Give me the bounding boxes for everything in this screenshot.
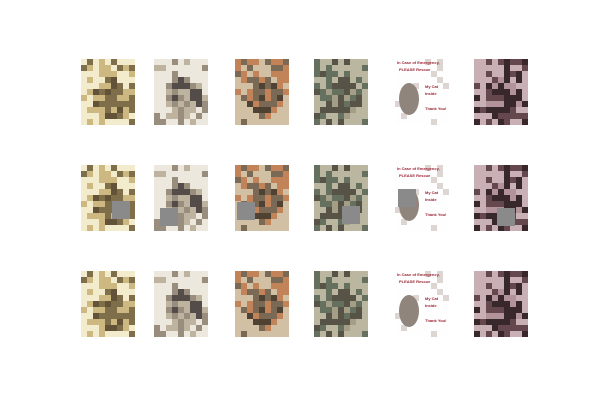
poster-text-line: Thank You! [425,212,447,217]
thumbnail-pixels [81,165,135,231]
poster-text-line: My Cat [425,84,439,89]
occlusion-mask [160,208,178,226]
thumbnail-original-pekingese-dog [154,59,208,125]
poster-text-line: Thank You! [425,318,447,323]
occlusion-mask [342,206,360,224]
thumbnail-pixels [81,59,135,125]
thumbnail-masked-pekingese-dog [154,165,208,231]
thumbnail-reconstructed-cat-on-gravel [314,271,368,337]
thumbnail-reconstructed-cat-on-chair [81,271,135,337]
thumbnail-original-cat-on-gravel [314,59,368,125]
thumbnail-pixels [154,59,208,125]
thumbnail-pixels [235,59,289,125]
thumbnail-pixels [81,271,135,337]
poster-text-line: Inside [425,197,437,202]
image-grid-figure: In Case of Emergency, PLEASE Rescue My Cat… [0,0,600,400]
thumbnail-original-tabby-cats [235,59,289,125]
thumbnail-reconstructed-black-chihuahua [474,271,528,337]
poster-text-line: In Case of Emergency, [397,60,440,65]
thumbnail-reconstructed-emergency-poster: In Case of Emergency, PLEASE Rescue My Cat… [395,271,449,337]
poster-text-line: Inside [425,91,437,96]
thumbnail-pixels [235,271,289,337]
poster-text-line: PLEASE Rescue [399,173,431,178]
thumbnail-masked-black-chihuahua [474,165,528,231]
poster-text-line: Thank You! [425,106,447,111]
thumbnail-pixels [154,271,208,337]
thumbnail-pixels [474,59,528,125]
thumbnail-reconstructed-pekingese-dog [154,271,208,337]
poster-text-line: My Cat [425,190,439,195]
thumbnail-pixels [474,271,528,337]
occlusion-mask [112,201,130,219]
thumbnail-pixels [314,59,368,125]
thumbnail-masked-emergency-poster: In Case of Emergency, PLEASE Rescue My Cat… [395,165,449,231]
thumbnail-original-cat-on-chair [81,59,135,125]
poster-text-line: In Case of Emergency, [397,166,440,171]
occlusion-mask [497,208,515,226]
poster-text-line: My Cat [425,296,439,301]
occlusion-mask [237,202,255,220]
thumbnail-masked-cat-on-chair [81,165,135,231]
thumbnail-masked-cat-on-gravel [314,165,368,231]
poster-text-line: In Case of Emergency, [397,272,440,277]
thumbnail-reconstructed-tabby-cats [235,271,289,337]
thumbnail-pixels [235,165,289,231]
occlusion-mask [398,189,416,207]
poster-text-line: PLEASE Rescue [399,67,431,72]
thumbnail-pixels [314,271,368,337]
thumbnail-masked-tabby-cats [235,165,289,231]
poster-text-line: PLEASE Rescue [399,279,431,284]
thumbnail-original-emergency-poster: In Case of Emergency, PLEASE Rescue My Cat… [395,59,449,125]
poster-text-line: Inside [425,303,437,308]
thumbnail-original-black-chihuahua [474,59,528,125]
